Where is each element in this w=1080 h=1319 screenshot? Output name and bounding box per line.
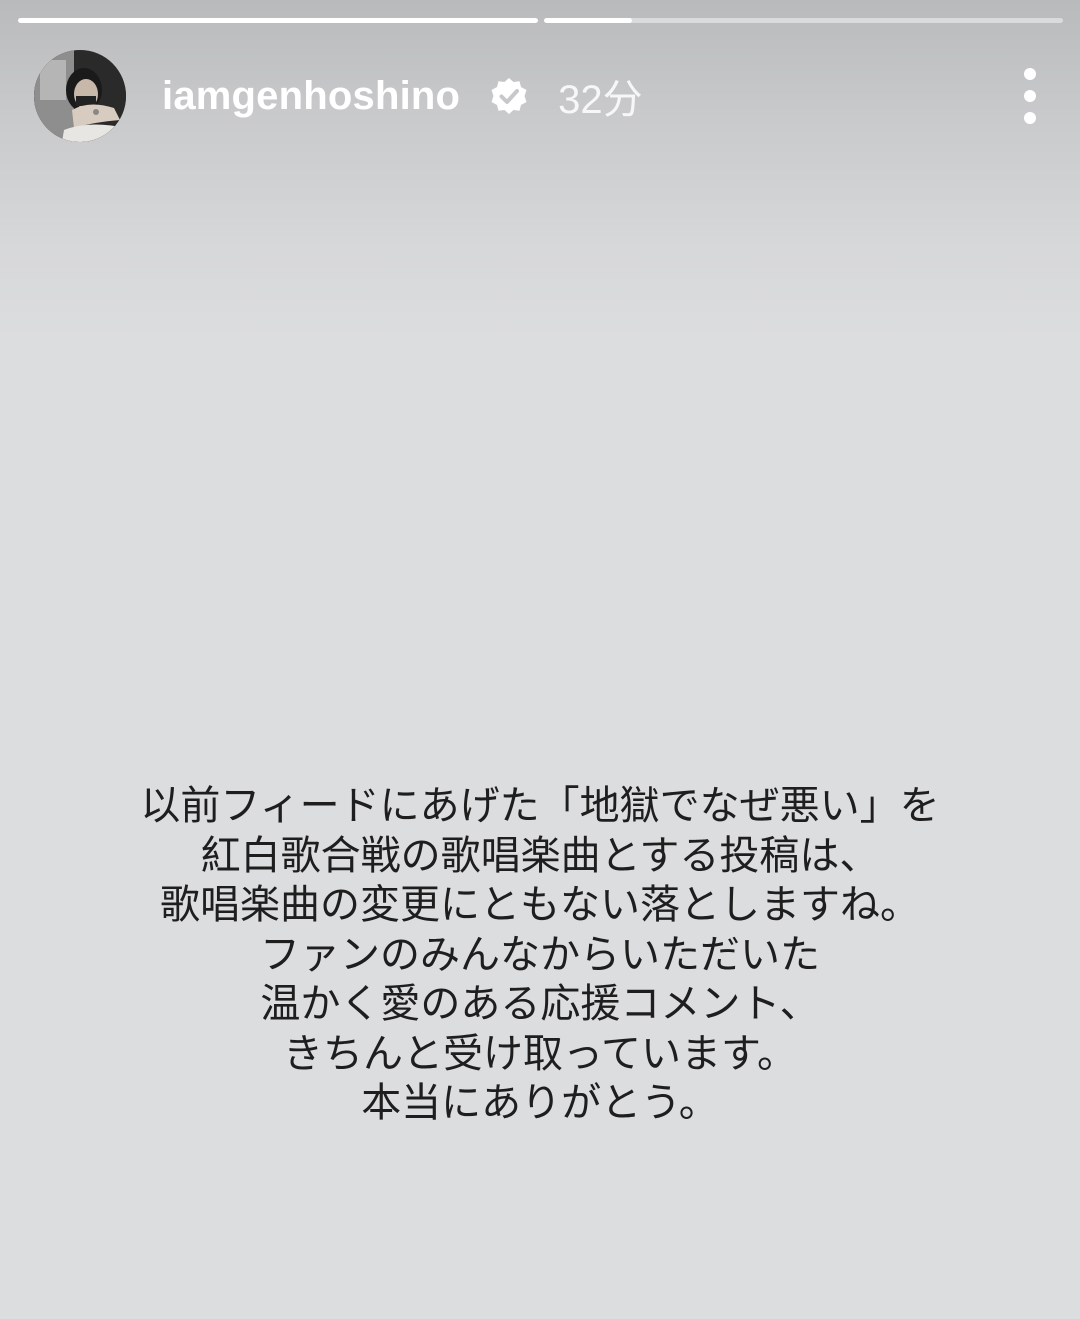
progress-segment-1 (18, 18, 538, 23)
story-progress-bar (18, 18, 1063, 23)
message-line: 温かく愛のある応援コメント、 (260, 981, 820, 1027)
message-line: ファンのみんなからいただいた (260, 931, 820, 978)
message-line: 以前フィードにあげた「地獄でなぜ悪い」を (140, 783, 940, 829)
story-header: iamgenhoshino 32分 (34, 50, 1040, 142)
more-dot (1024, 68, 1036, 80)
story-message: 以前フィードにあげた「地獄でなぜ悪い」を 紅白歌合戦の歌唱楽曲とする投稿は、 歌… (60, 782, 1020, 1129)
progress-fill-2 (543, 18, 632, 23)
message-line: きちんと受け取っています。 (283, 1030, 797, 1077)
more-dot (1024, 112, 1036, 124)
more-options-icon[interactable] (1020, 68, 1040, 124)
username[interactable]: iamgenhoshino (162, 74, 460, 119)
progress-segment-2 (543, 18, 1063, 23)
more-dot (1024, 90, 1036, 102)
story-viewer[interactable]: iamgenhoshino 32分 以前フィードにあげた「地獄でなぜ悪い」を 紅… (0, 0, 1080, 1319)
message-line: 紅白歌合戦の歌唱楽曲とする投稿は、 (200, 832, 880, 879)
post-time: 32分 (558, 78, 643, 122)
verified-badge-icon (490, 77, 528, 115)
avatar-photo (34, 50, 126, 142)
progress-fill-1 (18, 18, 538, 23)
message-line: 本当にありがとう。 (361, 1080, 719, 1126)
avatar[interactable] (34, 50, 126, 142)
message-line: 歌唱楽曲の変更にともない落としますね。 (160, 882, 920, 928)
